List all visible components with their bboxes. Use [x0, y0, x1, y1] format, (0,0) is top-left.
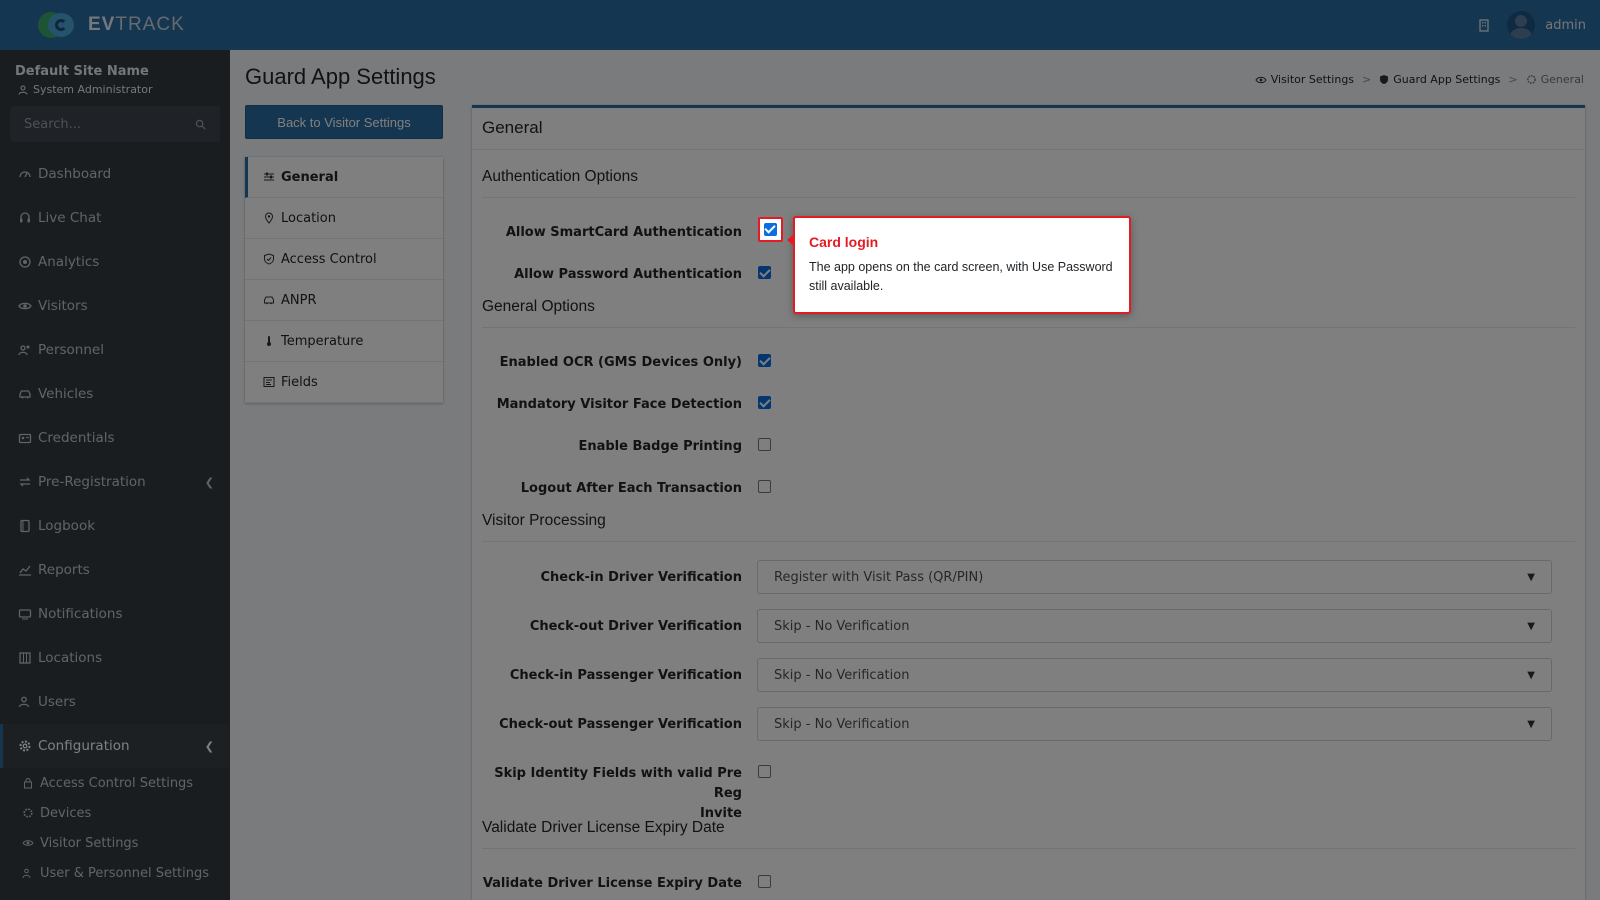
tutorial-overlay: [0, 0, 1600, 900]
highlighted-smartcard-checkbox[interactable]: [758, 217, 783, 242]
tutorial-callout: Card login The app opens on the card scr…: [787, 216, 1131, 314]
callout-title: Card login: [809, 234, 879, 250]
callout-arrow: [787, 234, 794, 246]
checkbox-checked-icon: [764, 223, 777, 236]
callout-body: The app opens on the card screen, with U…: [809, 260, 1113, 293]
